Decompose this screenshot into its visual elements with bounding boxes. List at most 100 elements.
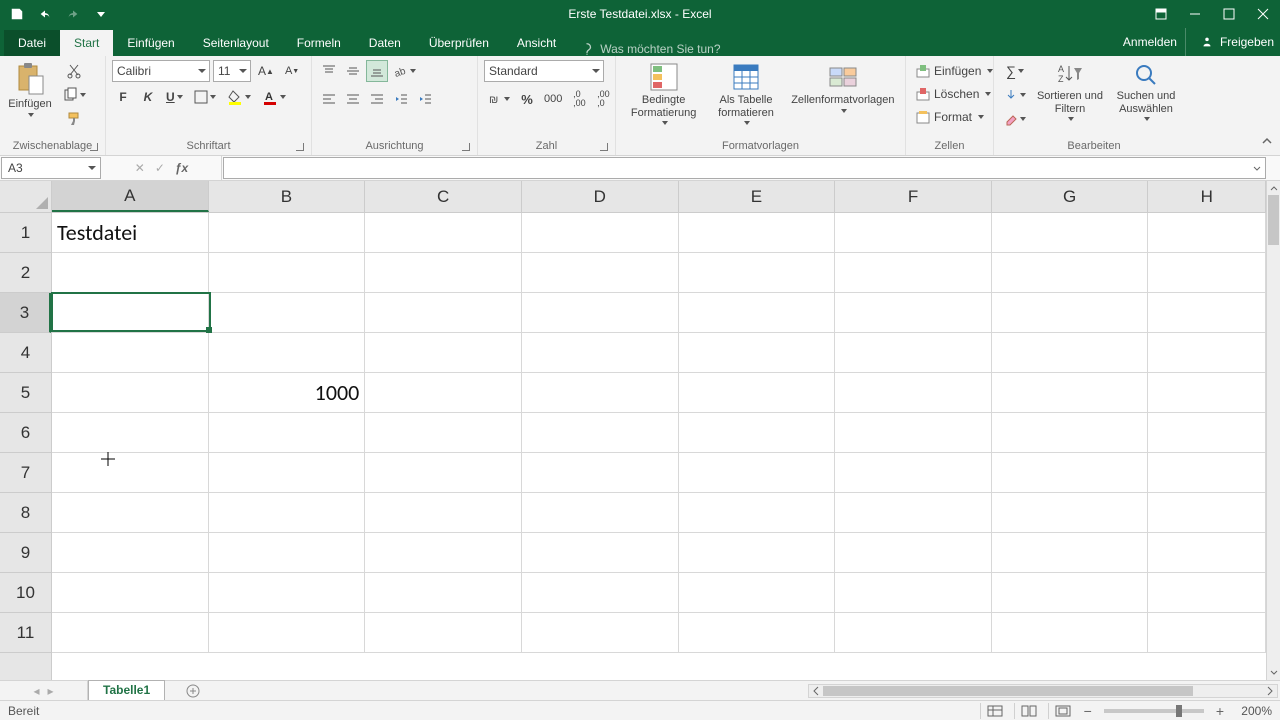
clear-icon[interactable] xyxy=(1000,108,1030,130)
cell-B10[interactable] xyxy=(209,573,366,612)
cell-G6[interactable] xyxy=(992,413,1149,452)
cell-F2[interactable] xyxy=(835,253,992,292)
number-launcher[interactable] xyxy=(597,140,609,152)
scroll-right-icon[interactable] xyxy=(1263,685,1277,697)
number-format-combo[interactable]: Standard xyxy=(484,60,604,82)
cell-C3[interactable] xyxy=(365,293,522,332)
scroll-up-icon[interactable] xyxy=(1267,181,1280,195)
accounting-icon[interactable]: ₪ xyxy=(484,88,514,110)
insert-function-icon[interactable]: ƒx xyxy=(175,161,188,175)
cell-B8[interactable] xyxy=(209,493,366,532)
ribbon-display-options-icon[interactable] xyxy=(1144,0,1178,28)
cells-area[interactable]: Testdatei1000 xyxy=(52,213,1266,680)
save-icon[interactable] xyxy=(4,2,30,26)
align-left-icon[interactable] xyxy=(318,88,340,110)
undo-icon[interactable] xyxy=(32,2,58,26)
find-select-button[interactable]: Suchen und Auswählen xyxy=(1110,60,1182,123)
cell-F6[interactable] xyxy=(835,413,992,452)
cell-H8[interactable] xyxy=(1148,493,1266,532)
fill-icon[interactable] xyxy=(1000,84,1030,106)
cell-D9[interactable] xyxy=(522,533,679,572)
font-name-combo[interactable]: Calibri xyxy=(112,60,210,82)
col-header-A[interactable]: A xyxy=(52,181,209,212)
formula-bar[interactable] xyxy=(223,157,1266,179)
align-top-icon[interactable] xyxy=(318,60,340,82)
cell-E3[interactable] xyxy=(679,293,836,332)
tab-seitenlayout[interactable]: Seitenlayout xyxy=(189,30,283,56)
cell-C4[interactable] xyxy=(365,333,522,372)
scroll-left-icon[interactable] xyxy=(809,685,823,697)
row-header-4[interactable]: 4 xyxy=(0,333,51,373)
fill-color-icon[interactable] xyxy=(223,86,255,108)
cell-C8[interactable] xyxy=(365,493,522,532)
delete-cells-button[interactable]: Löschen xyxy=(912,83,995,105)
copy-icon[interactable] xyxy=(58,84,90,106)
row-header-9[interactable]: 9 xyxy=(0,533,51,573)
cell-A5[interactable] xyxy=(52,373,209,412)
share-button[interactable]: Freigeben xyxy=(1185,28,1274,56)
col-header-E[interactable]: E xyxy=(679,181,836,212)
qat-customize[interactable] xyxy=(88,2,114,26)
cell-A8[interactable] xyxy=(52,493,209,532)
cell-A11[interactable] xyxy=(52,613,209,652)
increase-indent-icon[interactable] xyxy=(414,88,436,110)
horizontal-scrollbar[interactable] xyxy=(808,684,1278,698)
decrease-indent-icon[interactable] xyxy=(390,88,412,110)
col-header-D[interactable]: D xyxy=(522,181,679,212)
cell-C10[interactable] xyxy=(365,573,522,612)
increase-font-icon[interactable]: A▲ xyxy=(254,60,278,82)
cell-D8[interactable] xyxy=(522,493,679,532)
cell-B3[interactable] xyxy=(209,293,366,332)
tab-überprüfen[interactable]: Überprüfen xyxy=(415,30,503,56)
cell-D2[interactable] xyxy=(522,253,679,292)
cell-E8[interactable] xyxy=(679,493,836,532)
cell-F5[interactable] xyxy=(835,373,992,412)
cell-styles-button[interactable]: Zellenformatvorlagen xyxy=(787,60,899,115)
maximize-icon[interactable] xyxy=(1212,0,1246,28)
tab-formeln[interactable]: Formeln xyxy=(283,30,355,56)
new-sheet-button[interactable] xyxy=(179,681,207,700)
cell-A3[interactable] xyxy=(52,293,209,332)
tab-daten[interactable]: Daten xyxy=(355,30,415,56)
cell-A2[interactable] xyxy=(52,253,209,292)
sheet-nav[interactable]: ◂ ▸ xyxy=(0,681,88,700)
font-size-combo[interactable]: 11 xyxy=(213,60,251,82)
signin-link[interactable]: Anmelden xyxy=(1123,35,1177,49)
underline-button[interactable]: U xyxy=(162,86,187,108)
cell-B9[interactable] xyxy=(209,533,366,572)
cell-G5[interactable] xyxy=(992,373,1149,412)
row-header-2[interactable]: 2 xyxy=(0,253,51,293)
cell-B6[interactable] xyxy=(209,413,366,452)
font-color-icon[interactable]: A xyxy=(258,86,290,108)
clipboard-launcher[interactable] xyxy=(87,140,99,152)
format-as-table-button[interactable]: Als Tabelle formatieren xyxy=(709,60,783,127)
align-bottom-icon[interactable] xyxy=(366,60,388,82)
col-header-B[interactable]: B xyxy=(209,181,366,212)
sheet-next-icon[interactable]: ▸ xyxy=(48,684,54,698)
cell-A9[interactable] xyxy=(52,533,209,572)
close-icon[interactable] xyxy=(1246,0,1280,28)
scroll-down-icon[interactable] xyxy=(1267,666,1280,680)
cell-F10[interactable] xyxy=(835,573,992,612)
zoom-level[interactable]: 200% xyxy=(1236,704,1272,718)
row-header-7[interactable]: 7 xyxy=(0,453,51,493)
cell-F3[interactable] xyxy=(835,293,992,332)
decrease-decimal-icon[interactable]: ,00,0 xyxy=(592,88,614,110)
tab-file[interactable]: Datei xyxy=(4,30,60,56)
cell-G8[interactable] xyxy=(992,493,1149,532)
zoom-slider[interactable] xyxy=(1104,709,1204,713)
cell-G10[interactable] xyxy=(992,573,1149,612)
cell-G9[interactable] xyxy=(992,533,1149,572)
cell-E4[interactable] xyxy=(679,333,836,372)
format-painter-icon[interactable] xyxy=(58,108,90,130)
cell-F4[interactable] xyxy=(835,333,992,372)
cell-D7[interactable] xyxy=(522,453,679,492)
sheet-tab[interactable]: Tabelle1 xyxy=(88,680,165,700)
cell-C7[interactable] xyxy=(365,453,522,492)
decrease-font-icon[interactable]: A▼ xyxy=(281,60,303,82)
cell-H11[interactable] xyxy=(1148,613,1266,652)
cell-B2[interactable] xyxy=(209,253,366,292)
cell-H9[interactable] xyxy=(1148,533,1266,572)
cell-D10[interactable] xyxy=(522,573,679,612)
cell-C6[interactable] xyxy=(365,413,522,452)
